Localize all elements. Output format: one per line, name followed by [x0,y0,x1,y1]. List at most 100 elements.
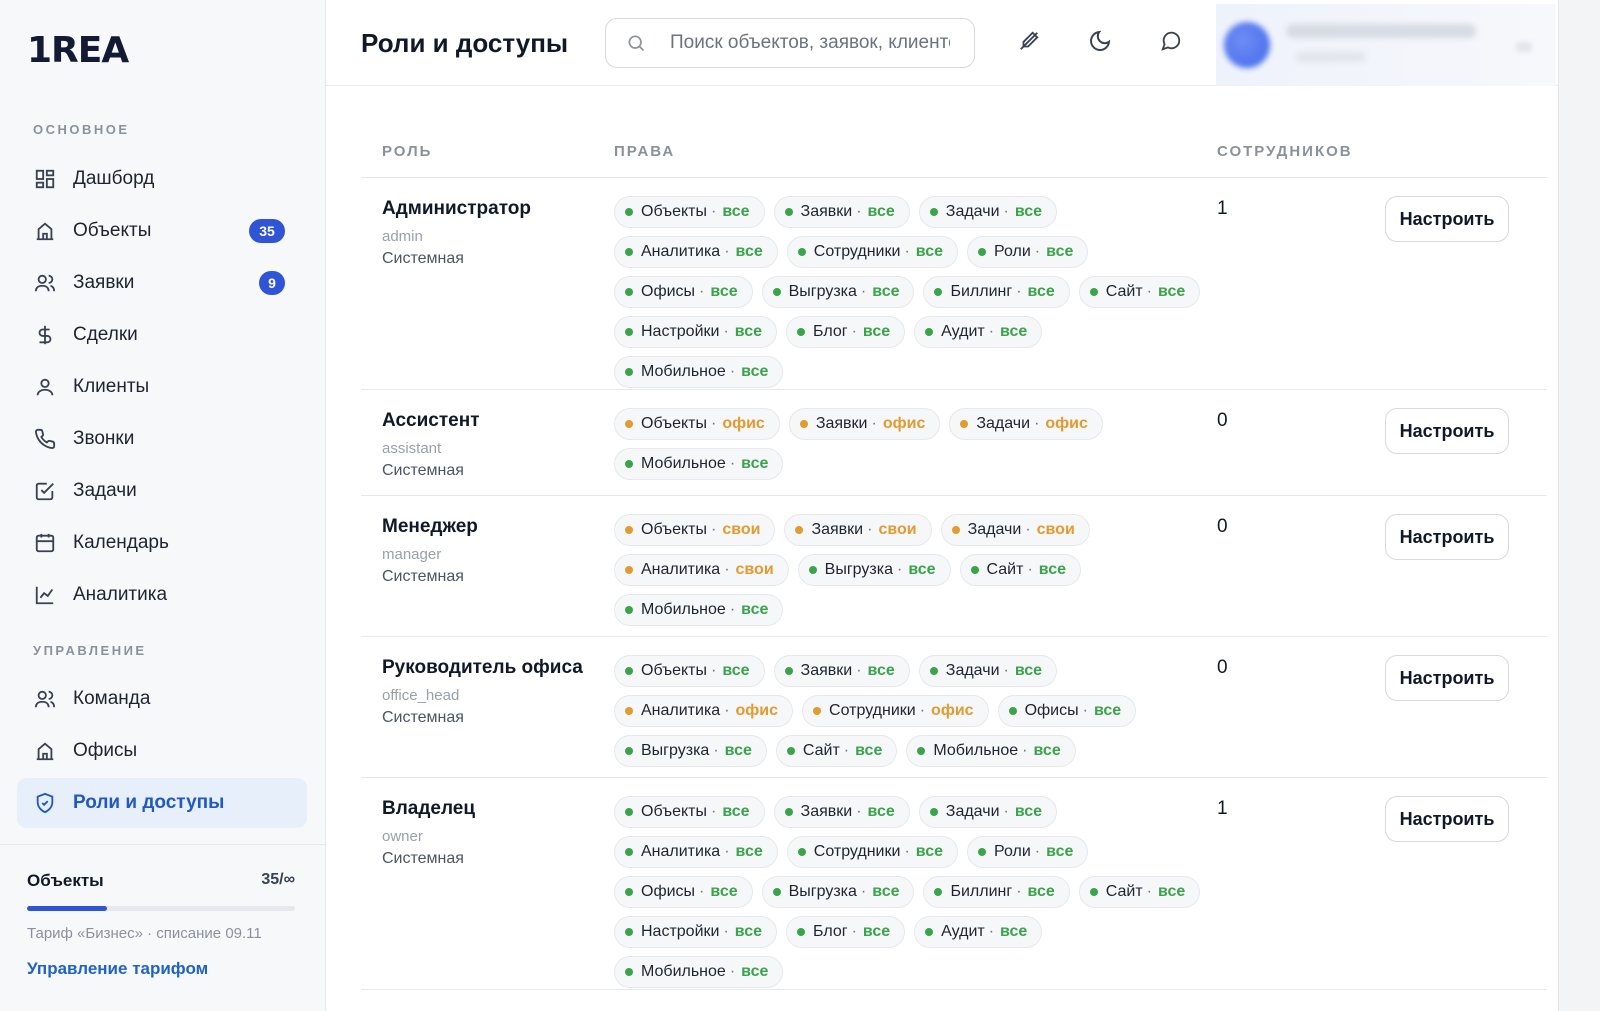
status-dot [929,208,938,216]
separator: · [710,521,717,538]
sidebar-item-dashboard[interactable]: Дашборд [17,154,307,204]
status-dot [625,460,633,468]
configure-button[interactable]: Настроить [1385,514,1509,560]
staff-count: 0 [1217,516,1228,537]
permission-level: все [1027,283,1055,300]
permission-level: все [908,561,936,578]
permission-chip: Сотрудники · все [786,836,958,868]
sidebar-item-calendar[interactable]: Календарь [17,518,307,568]
chevron-down-icon [1516,42,1532,52]
permission-name: Блог [813,323,848,340]
permission-name: Выгрузка [641,742,710,759]
permission-level: все [741,601,769,618]
permission-level: все [1093,702,1122,719]
role-name: Ассистент [382,410,480,431]
permission-chip: Офисы · все [614,876,753,908]
messages-button[interactable] [1152,24,1190,62]
permission-level: все [867,662,895,679]
permission-level: все [722,662,750,679]
permission-list: Объекты · офис Заявки · офис Задачи · офис Мобиль… [614,408,1204,480]
user-icon [33,375,57,399]
separator: · [699,883,705,900]
permission-level: все [915,243,943,260]
pen-off-button[interactable] [1010,24,1048,62]
status-dot [934,888,943,896]
permission-list: Объекты · все Заявки · все Задачи · все Аналитика… [614,655,1204,767]
shield-check-icon [33,791,57,815]
sidebar-item-label: Команда [73,688,151,709]
brand-logo[interactable]: 1REA [27,30,129,71]
permission-chip: Задачи · все [918,655,1058,687]
separator: · [1003,662,1009,679]
separator: · [729,963,736,980]
permission-chip: Выгрузка · все [761,276,915,308]
status-dot [625,526,633,534]
permission-chip: Аудит · все [914,316,1043,348]
permission-name: Аналитика [641,243,721,260]
moon-icon [1088,29,1112,58]
status-dot [960,420,969,428]
status-dot [625,368,633,376]
theme-toggle-button[interactable] [1081,24,1119,62]
permission-chip: Аудит · все [914,916,1043,948]
permission-name: Заявки [811,521,864,538]
permission-name: Объекты [641,662,707,679]
sidebar-item-calls[interactable]: Звонки [17,414,307,464]
permission-level: все [710,883,738,900]
sidebar-item-objects[interactable]: Объекты 35 [17,206,307,256]
sidebar-item-clients[interactable]: Клиенты [17,362,307,412]
permission-name: Биллинг [950,283,1013,300]
sidebar-item-tasks[interactable]: Задачи [17,466,307,516]
permission-chip: Сайт · все [1078,276,1201,308]
calendar-icon [33,531,57,555]
permission-level: все [710,283,738,300]
separator: · [1003,203,1009,220]
configure-button[interactable]: Настроить [1385,196,1509,242]
sidebar-item-requests[interactable]: Заявки 9 [17,258,307,308]
configure-button[interactable]: Настроить [1385,408,1509,454]
sidebar-item-label: Аналитика [73,584,168,605]
sidebar-item-deals[interactable]: Сделки [17,310,307,360]
manage-plan-link[interactable]: Управление тарифом [27,959,208,979]
configure-button[interactable]: Настроить [1385,796,1509,842]
permission-chip: Аналитика · офис [614,695,794,727]
status-dot [934,288,943,296]
sidebar-item-roles[interactable]: Роли и доступы [17,778,307,828]
permission-chip: Выгрузка · все [761,876,915,908]
role-code: owner [382,828,423,845]
separator: · [1034,243,1041,260]
sidebar-item-label: Офисы [73,740,138,761]
separator: · [1027,561,1033,578]
separator: · [904,843,910,860]
sidebar-item-analytics[interactable]: Аналитика [17,570,307,620]
roles-table: РОЛЬ ПРАВА СОТРУДНИКОВ Администратор admi… [361,118,1547,990]
sidebar-item-label: Дашборд [73,168,155,189]
permission-name: Объекты [641,415,707,432]
separator: · [1034,415,1040,432]
permission-name: Мобильное [641,963,726,980]
permission-level: все [1033,742,1061,759]
permission-chip: Мобильное · все [906,735,1076,767]
sidebar-item-label: Клиенты [73,376,150,397]
sidebar-item-offices[interactable]: Офисы [17,726,307,776]
permission-name: Мобильное [933,742,1019,759]
quota-row: Объекты 35/∞ [27,871,295,891]
user-menu[interactable] [1216,4,1556,86]
status-dot [970,566,979,574]
search-box[interactable] [605,18,975,68]
permission-level: все [724,742,752,759]
count-badge: 9 [259,271,285,295]
permission-level: все [1038,561,1067,578]
separator: · [724,843,730,860]
status-dot [951,526,960,534]
status-dot [929,667,938,675]
search-input[interactable] [670,32,950,54]
configure-button[interactable]: Настроить [1385,655,1509,701]
separator: · [724,702,730,719]
status-dot [625,968,633,976]
status-dot [625,606,633,614]
staff-count: 1 [1217,798,1228,819]
sidebar-item-team[interactable]: Команда [17,674,307,724]
status-dot [625,288,633,296]
separator: · [1016,283,1022,300]
